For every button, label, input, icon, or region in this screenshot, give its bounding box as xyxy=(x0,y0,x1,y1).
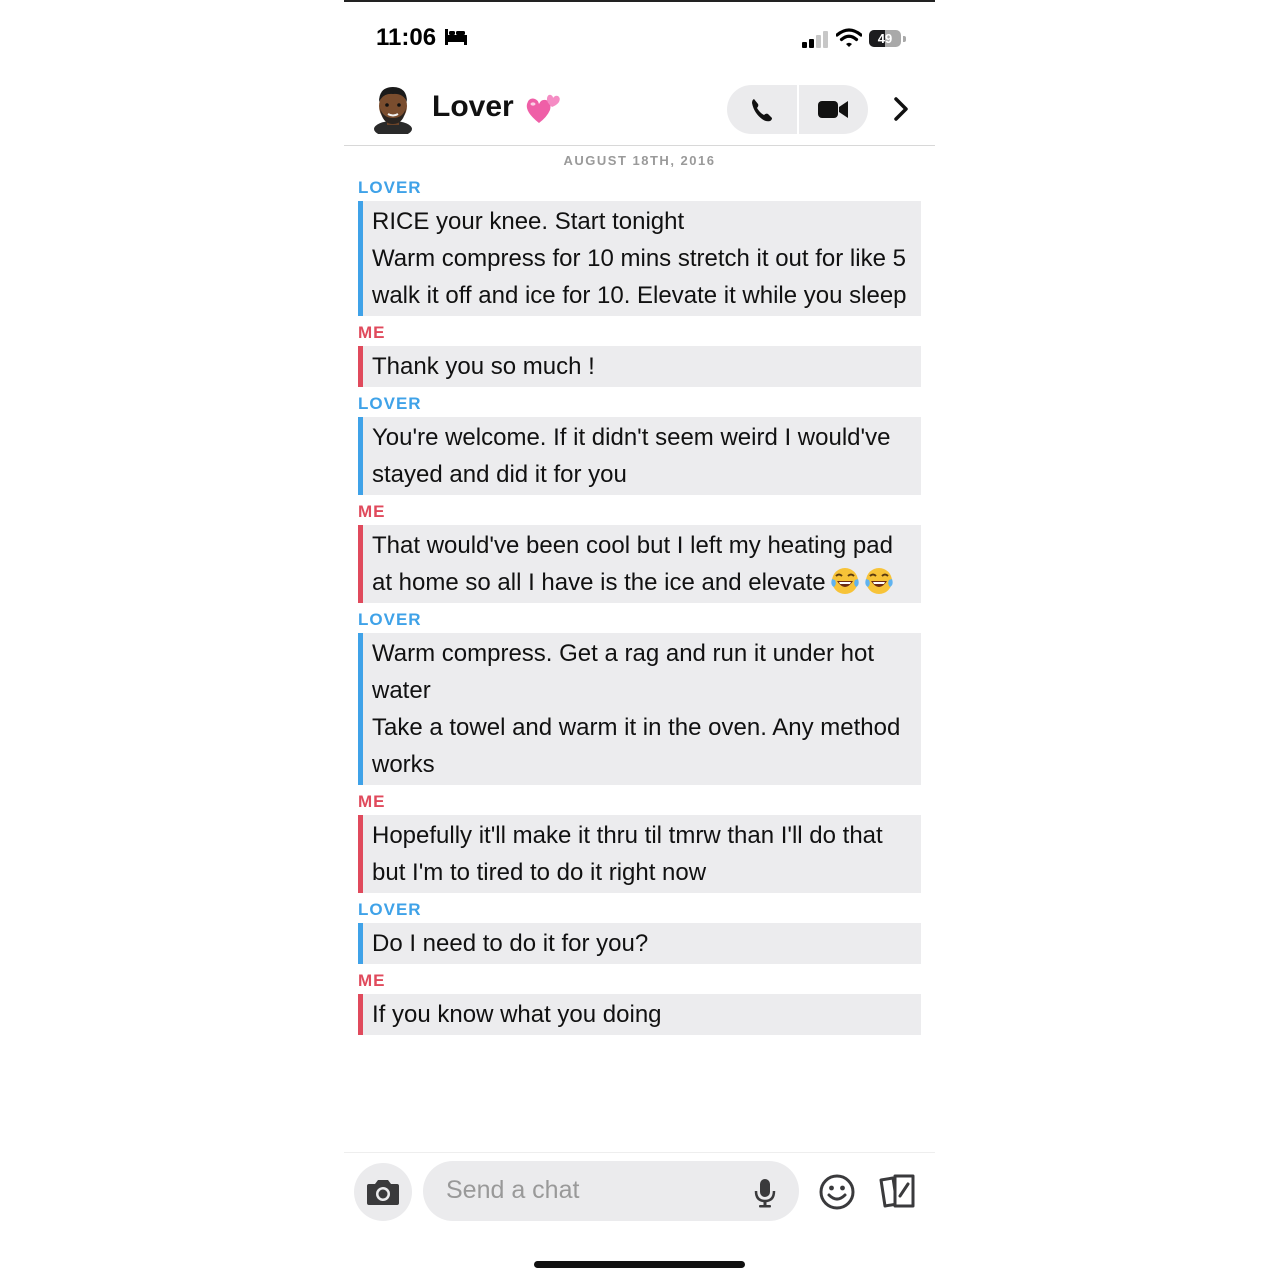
message-group: LOVER You're welcome. If it didn't seem … xyxy=(358,393,921,495)
two-hearts-icon xyxy=(526,94,560,123)
composer-bar: Send a chat xyxy=(344,1152,935,1232)
sender-label: LOVER xyxy=(358,610,422,629)
chevron-right-icon[interactable] xyxy=(886,93,916,125)
video-camera-icon xyxy=(818,101,848,118)
sender-label: ME xyxy=(358,971,386,990)
message-group: ME Thank you so much ! xyxy=(358,322,921,387)
bed-icon xyxy=(445,29,467,45)
camera-button[interactable] xyxy=(354,1163,412,1221)
message-group: LOVER Do I need to do it for you? xyxy=(358,899,921,964)
phone-screen: 11:06 49 Lover AUGUST 18TH, 2016 LOVER R… xyxy=(344,0,935,1280)
contact-name[interactable]: Lover xyxy=(432,90,514,124)
phone-icon xyxy=(752,99,772,122)
status-bar: 11:06 49 xyxy=(344,2,935,72)
mic-icon[interactable] xyxy=(753,1177,777,1209)
camera-icon xyxy=(367,1180,399,1205)
sender-label: ME xyxy=(358,792,386,811)
message-bubble[interactable]: You're welcome. If it didn't seem weird … xyxy=(358,417,921,495)
emoji-icon[interactable] xyxy=(817,1172,857,1212)
call-button-group xyxy=(727,85,868,134)
chat-header: Lover xyxy=(344,72,935,146)
wifi-icon xyxy=(836,28,862,47)
date-divider: AUGUST 18TH, 2016 xyxy=(563,153,716,168)
status-time: 11:06 xyxy=(376,24,437,51)
sender-label: ME xyxy=(358,502,386,521)
message-bubble[interactable]: That would've been cool but I left my he… xyxy=(358,525,921,603)
chat-thread[interactable]: AUGUST 18TH, 2016 LOVER RICE your knee. … xyxy=(344,147,935,1152)
battery-indicator: 49 xyxy=(869,30,901,47)
message-bubble[interactable]: Do I need to do it for you? xyxy=(358,923,921,964)
message-text: That would've been cool but I left my he… xyxy=(372,532,900,596)
face-with-tears-of-joy-icon xyxy=(830,568,893,594)
avatar[interactable] xyxy=(370,82,416,134)
sender-label: LOVER xyxy=(358,394,422,413)
message-bubble[interactable]: Thank you so much ! xyxy=(358,346,921,387)
home-indicator[interactable] xyxy=(534,1261,745,1268)
message-group: LOVER Warm compress. Get a rag and run i… xyxy=(358,609,921,785)
chat-input-placeholder: Send a chat xyxy=(446,1176,580,1204)
voice-call-button[interactable] xyxy=(727,85,797,134)
battery-level: 49 xyxy=(877,31,893,46)
message-group: ME That would've been cool but I left my… xyxy=(358,501,921,603)
message-bubble[interactable]: Hopefully it'll make it thru til tmrw th… xyxy=(358,815,921,893)
sender-label: ME xyxy=(358,323,386,342)
cellular-signal-icon xyxy=(802,31,828,48)
message-group: ME Hopefully it'll make it thru til tmrw… xyxy=(358,791,921,893)
message-bubble[interactable]: Warm compress. Get a rag and run it unde… xyxy=(358,633,921,785)
video-call-button[interactable] xyxy=(798,85,868,134)
message-group: LOVER RICE your knee. Start tonight Warm… xyxy=(358,177,921,316)
message-bubble[interactable]: If you know what you doing xyxy=(358,994,921,1035)
chat-input[interactable]: Send a chat xyxy=(423,1161,799,1221)
battery-nub xyxy=(903,36,906,42)
sender-label: LOVER xyxy=(358,900,422,919)
message-group: ME If you know what you doing xyxy=(358,970,921,1035)
message-bubble[interactable]: RICE your knee. Start tonight Warm compr… xyxy=(358,201,921,316)
sender-label: LOVER xyxy=(358,178,422,197)
cards-icon[interactable] xyxy=(877,1172,919,1212)
